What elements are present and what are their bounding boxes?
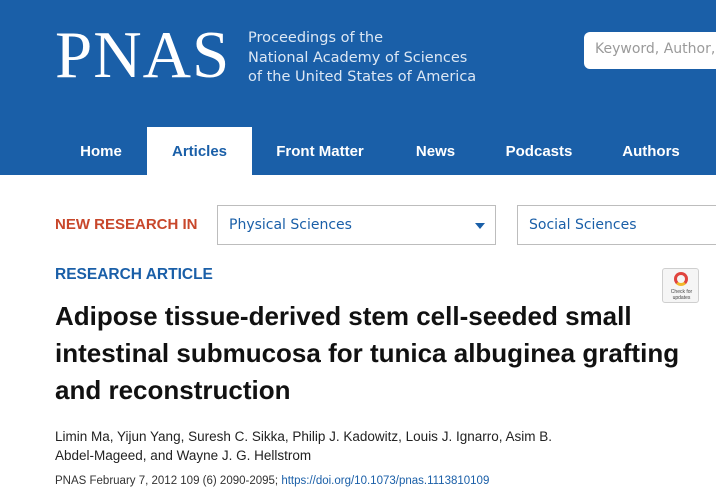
nav-item-news[interactable]: News [388,127,483,175]
chevron-down-icon [475,223,485,229]
article-type: RESEARCH ARTICLE [55,266,213,283]
select-value: Social Sciences [529,217,637,233]
nav-item-authors[interactable]: Authors [595,127,707,175]
tagline-line: Proceedings of the [248,30,383,46]
pnas-logo[interactable]: PNAS [55,22,230,89]
social-sciences-select[interactable]: Social Sciences [517,205,716,245]
article-citation: PNAS February 7, 2012 109 (6) 2090-2095;… [55,475,489,487]
new-research-label: NEW RESEARCH IN [55,216,198,233]
nav-item-front-matter[interactable]: Front Matter [252,127,388,175]
select-value: Physical Sciences [229,217,352,233]
crossmark-icon [674,272,688,286]
article-authors[interactable]: Limin Ma, Yijun Yang, Suresh C. Sikka, P… [55,428,575,465]
site-tagline: Proceedings of the National Academy of S… [248,29,476,88]
citation-text: PNAS February 7, 2012 109 (6) 2090-2095; [55,475,282,487]
doi-link[interactable]: https://doi.org/10.1073/pnas.1113810109 [281,475,489,487]
search-input[interactable]: Keyword, Author, or DOI [584,32,716,69]
tagline-line: of the United States of America [248,69,477,85]
main-nav: Home Articles Front Matter News Podcasts… [0,127,716,175]
article-title: Adipose tissue-derived stem cell-seeded … [55,301,680,405]
tagline-line: National Academy of Sciences [248,49,468,66]
physical-sciences-select[interactable]: Physical Sciences [217,205,496,245]
nav-item-home[interactable]: Home [55,127,147,175]
nav-item-podcasts[interactable]: Podcasts [483,127,595,175]
nav-item-articles[interactable]: Articles [147,127,252,175]
